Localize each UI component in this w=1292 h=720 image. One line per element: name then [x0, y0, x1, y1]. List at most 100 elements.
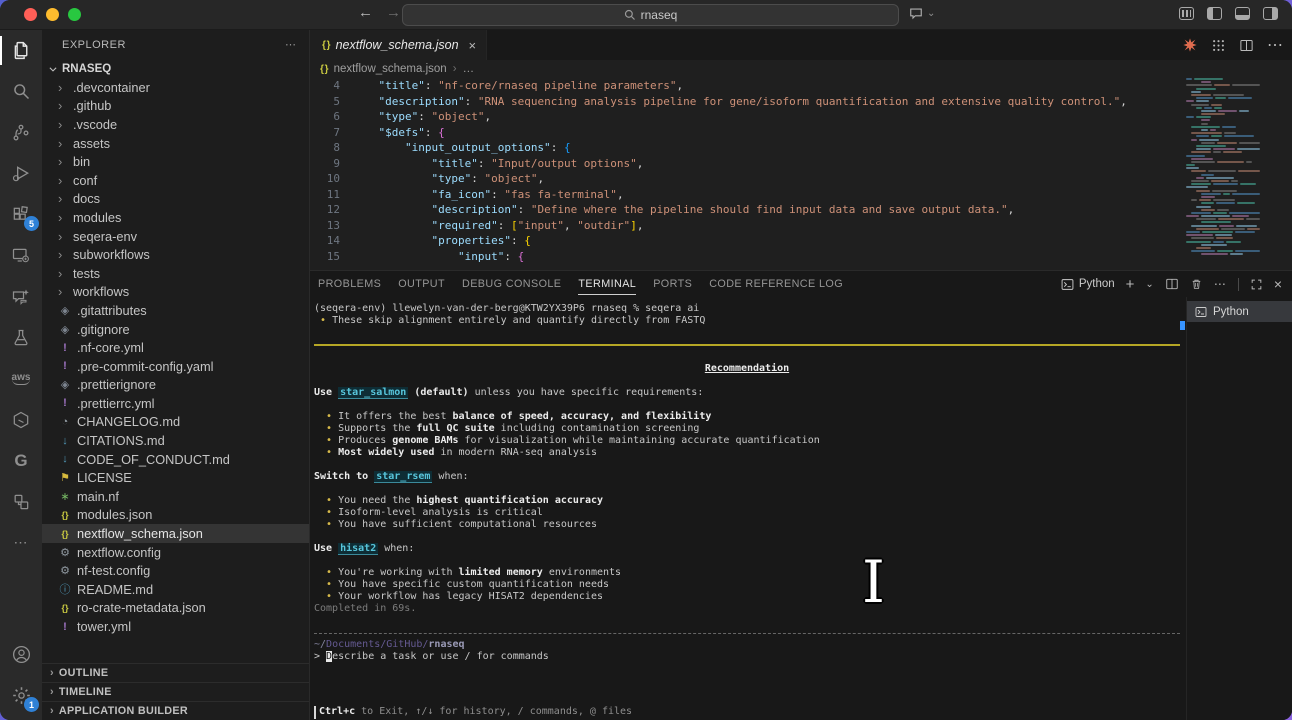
close-panel-icon[interactable]: ×	[1274, 276, 1282, 292]
file-item-CITATIONS.md[interactable]: ↓CITATIONS.md	[42, 431, 309, 450]
tab-nextflow-schema[interactable]: { } nextflow_schema.json ×	[310, 30, 487, 60]
close-window-button[interactable]	[24, 8, 37, 21]
sidebar-section-timeline[interactable]: ›TIMELINE	[42, 682, 309, 701]
activitybar-run-debug[interactable]	[0, 153, 42, 194]
terminal[interactable]: (seqera-env) llewelyn-van-der-berg@KTW2Y…	[310, 297, 1186, 720]
activitybar-project-manager[interactable]	[0, 481, 42, 522]
config-file-icon: ⚙	[58, 564, 72, 577]
breadcrumb[interactable]: { } nextflow_schema.json › …	[310, 60, 1292, 78]
maximize-panel-icon[interactable]	[1250, 278, 1263, 291]
close-tab-icon[interactable]: ×	[469, 38, 477, 53]
terminal-shell-label[interactable]: Python	[1061, 278, 1115, 291]
editor-scrollbar[interactable]	[1260, 78, 1292, 270]
file-item-nf-test.config[interactable]: ⚙nf-test.config	[42, 561, 309, 580]
panel-more-actions-icon[interactable]: ⋯	[1214, 277, 1227, 291]
file-item-tower.yml[interactable]: !tower.yml	[42, 617, 309, 636]
chat-toggle[interactable]: ⌄	[908, 6, 935, 21]
folder-item-modules[interactable]: ›modules	[42, 208, 309, 227]
file-item-main.nf[interactable]: ∗main.nf	[42, 487, 309, 506]
file-item-modules.json[interactable]: {}modules.json	[42, 506, 309, 525]
terminal-line: > Describe a task or use / for commands	[314, 651, 1180, 663]
minimize-window-button[interactable]	[46, 8, 59, 21]
kill-terminal-icon[interactable]	[1190, 277, 1203, 291]
toggle-primary-sidebar-icon[interactable]	[1207, 7, 1222, 20]
file-item-.gitattributes[interactable]: ◈.gitattributes	[42, 301, 309, 320]
activitybar-hex-tool[interactable]	[0, 399, 42, 440]
folder-item-github[interactable]: ›.github	[42, 97, 309, 116]
folder-item-assets[interactable]: ›assets	[42, 134, 309, 153]
workspace-root-row[interactable]: RNASEQ	[42, 59, 309, 78]
sidebar-section-application-builder[interactable]: ›APPLICATION BUILDER	[42, 701, 309, 720]
folder-item-subworkflows[interactable]: ›subworkflows	[42, 245, 309, 264]
file-item-.nf-core.yml[interactable]: !.nf-core.yml	[42, 338, 309, 357]
aws-icon: aws	[12, 372, 31, 385]
file-item-README.md[interactable]: ⓘREADME.md	[42, 580, 309, 599]
panel-tab-debug-console[interactable]: DEBUG CONSOLE	[462, 273, 561, 295]
activitybar-remote-explorer[interactable]	[0, 235, 42, 276]
split-terminal-icon[interactable]	[1165, 277, 1179, 291]
file-item-.prettierignore[interactable]: ◈.prettierignore	[42, 376, 309, 395]
activitybar-chat[interactable]	[0, 276, 42, 317]
folder-item-docs[interactable]: ›docs	[42, 190, 309, 209]
navigate-back-button[interactable]: ←	[358, 4, 373, 21]
panel-tab-code-reference-log[interactable]: CODE REFERENCE LOG	[709, 273, 843, 295]
navigate-forward-button[interactable]: →	[386, 4, 401, 21]
folder-item-tests[interactable]: ›tests	[42, 264, 309, 283]
files-icon	[11, 40, 32, 61]
activitybar-more[interactable]: ⋯	[0, 522, 42, 563]
folder-label: modules	[73, 210, 121, 225]
activitybar-gitlens[interactable]: G	[0, 440, 42, 481]
file-item-.pre-commit-config.yaml[interactable]: !.pre-commit-config.yaml	[42, 357, 309, 376]
code-editor[interactable]: 4 "title": "nf-core/rnaseq pipeline para…	[310, 78, 1292, 270]
sidebar-section-outline[interactable]: ›OUTLINE	[42, 663, 309, 682]
toggle-panel-icon[interactable]	[1235, 7, 1250, 20]
file-label: ro-crate-metadata.json	[77, 600, 206, 615]
folder-item-vscode[interactable]: ›.vscode	[42, 115, 309, 134]
file-item-nextflow_schema.json[interactable]: {}nextflow_schema.json	[42, 524, 309, 543]
customize-layout-icon[interactable]	[1179, 7, 1194, 20]
terminal-dropdown-chevron[interactable]: ⌄	[1145, 279, 1153, 290]
folder-item-devcontainer[interactable]: ›.devcontainer	[42, 78, 309, 97]
new-terminal-button[interactable]: +	[1126, 276, 1135, 293]
activitybar-search[interactable]	[0, 71, 42, 112]
activitybar-testing[interactable]	[0, 317, 42, 358]
file-item-nextflow.config[interactable]: ⚙nextflow.config	[42, 543, 309, 562]
editor-more-actions-icon[interactable]: ⋯	[1267, 35, 1284, 55]
outline-grid-icon[interactable]	[1211, 38, 1226, 53]
split-editor-icon[interactable]	[1239, 38, 1254, 53]
line-number: 13	[310, 218, 340, 234]
panel-tab-ports[interactable]: PORTS	[653, 273, 692, 295]
panel-tab-problems[interactable]: PROBLEMS	[318, 273, 381, 295]
file-item-ro-crate-metadata.json[interactable]: {}ro-crate-metadata.json	[42, 599, 309, 618]
file-tree: ›.devcontainer›.github›.vscode›assets›bi…	[42, 78, 309, 636]
file-item-.prettierrc.yml[interactable]: !.prettierrc.yml	[42, 394, 309, 413]
folder-item-seqera-env[interactable]: ›seqera-env	[42, 227, 309, 246]
folder-item-conf[interactable]: ›conf	[42, 171, 309, 190]
panel-tab-terminal[interactable]: TERMINAL	[578, 273, 636, 295]
folder-item-bin[interactable]: ›bin	[42, 152, 309, 171]
activitybar-aws[interactable]: aws	[0, 358, 42, 399]
file-label: tower.yml	[77, 619, 131, 634]
file-item-CODE_OF_CONDUCT.md[interactable]: ↓CODE_OF_CONDUCT.md	[42, 450, 309, 469]
accounts-button[interactable]	[0, 634, 42, 675]
toggle-secondary-sidebar-icon[interactable]	[1263, 7, 1278, 20]
file-item-.gitignore[interactable]: ◈.gitignore	[42, 320, 309, 339]
zoom-window-button[interactable]	[68, 8, 81, 21]
panel-tab-output[interactable]: OUTPUT	[398, 273, 445, 295]
activitybar-extensions[interactable]: 5	[0, 194, 42, 235]
activitybar-source-control[interactable]	[0, 112, 42, 153]
window-controls	[24, 8, 81, 21]
file-label: CITATIONS.md	[77, 433, 165, 448]
terminal-list-item-python[interactable]: Python	[1187, 301, 1292, 322]
file-label: .nf-core.yml	[77, 340, 144, 355]
command-center-search[interactable]: rnaseq	[402, 4, 899, 26]
folder-item-workflows[interactable]: ›workflows	[42, 283, 309, 302]
settings-button[interactable]: 1	[0, 675, 42, 716]
nf-core-schema-icon[interactable]	[1182, 37, 1198, 53]
minimap[interactable]	[1184, 78, 1260, 270]
terminal-icon	[1195, 306, 1207, 318]
activitybar-explorer[interactable]	[0, 30, 42, 71]
explorer-more-actions[interactable]: ⋯	[285, 38, 297, 51]
file-item-LICENSE[interactable]: ⚑LICENSE	[42, 468, 309, 487]
file-item-CHANGELOG.md[interactable]: ◔CHANGELOG.md	[42, 413, 309, 432]
